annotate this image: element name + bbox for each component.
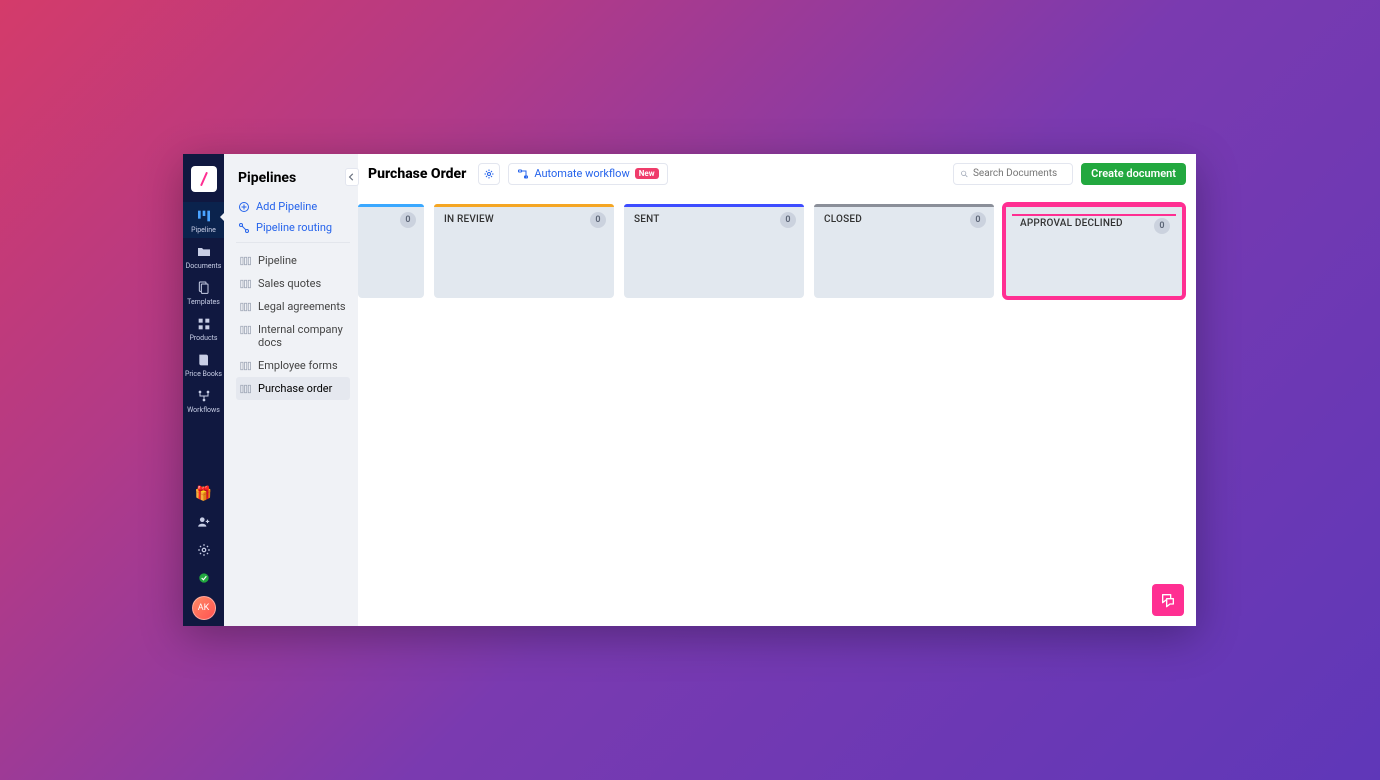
automate-label: Automate workflow bbox=[534, 167, 629, 180]
board-column[interactable]: SENT0 bbox=[624, 204, 804, 298]
main-nav: Pipeline Documents Templates Products Pr… bbox=[183, 154, 224, 626]
pipelines-panel: Pipelines Add Pipeline Pipeline routing … bbox=[224, 154, 358, 626]
slash-icon bbox=[196, 171, 212, 187]
nav-workflows[interactable]: Workflows bbox=[183, 382, 224, 418]
pipeline-item[interactable]: Employee forms bbox=[236, 354, 350, 377]
panel-title: Pipelines bbox=[238, 170, 350, 186]
status-ok-icon[interactable] bbox=[183, 564, 224, 592]
flow-icon bbox=[517, 168, 529, 180]
column-title: SENT bbox=[634, 214, 794, 225]
pipeline-item[interactable]: Sales quotes bbox=[236, 272, 350, 295]
pipeline-item[interactable]: Purchase order bbox=[236, 377, 350, 400]
column-count: 0 bbox=[1154, 218, 1170, 234]
columns-icon bbox=[240, 279, 252, 289]
column-count: 0 bbox=[590, 212, 606, 228]
pipeline-routing-label: Pipeline routing bbox=[256, 221, 332, 234]
column-count: 0 bbox=[780, 212, 796, 228]
gift-icon[interactable]: 🎁 bbox=[183, 480, 224, 508]
grid-icon bbox=[196, 316, 212, 332]
nav-label: Price Books bbox=[185, 370, 222, 378]
columns-icon bbox=[240, 325, 252, 335]
board-column[interactable]: APPROVAL DECLINED0 bbox=[1004, 204, 1184, 298]
main-area: Purchase Order Automate workflow New Cre… bbox=[358, 154, 1196, 626]
column-stripe bbox=[814, 204, 994, 207]
nav-documents[interactable]: Documents bbox=[183, 238, 224, 274]
kanban-board: 0IN REVIEW0SENT0CLOSED0APPROVAL DECLINED… bbox=[358, 194, 1196, 626]
pipeline-item-label: Pipeline bbox=[258, 254, 297, 267]
pipeline-item[interactable]: Legal agreements bbox=[236, 295, 350, 318]
columns-icon bbox=[240, 256, 252, 266]
nav-pricebooks[interactable]: Price Books bbox=[183, 346, 224, 382]
columns-icon bbox=[240, 384, 252, 394]
folder-icon bbox=[196, 244, 212, 260]
create-document-button[interactable]: Create document bbox=[1081, 163, 1186, 185]
nav-label: Pipeline bbox=[191, 226, 216, 234]
column-stripe bbox=[358, 204, 424, 207]
columns-icon bbox=[240, 361, 252, 371]
board-column[interactable]: IN REVIEW0 bbox=[434, 204, 614, 298]
add-pipeline-link[interactable]: Add Pipeline bbox=[238, 200, 350, 213]
search-icon bbox=[960, 169, 969, 179]
gear-icon[interactable] bbox=[183, 536, 224, 564]
gear-icon bbox=[483, 168, 495, 180]
nav-templates[interactable]: Templates bbox=[183, 274, 224, 310]
divider bbox=[236, 242, 350, 243]
column-stripe bbox=[624, 204, 804, 207]
pipeline-settings-button[interactable] bbox=[478, 163, 500, 185]
column-title: APPROVAL DECLINED bbox=[1020, 218, 1174, 229]
workflow-icon bbox=[196, 388, 212, 404]
pipeline-item[interactable]: Internal company docs bbox=[236, 318, 350, 354]
pipeline-item-label: Legal agreements bbox=[258, 300, 346, 313]
automate-workflow-button[interactable]: Automate workflow New bbox=[508, 163, 667, 185]
nav-label: Products bbox=[189, 334, 217, 342]
columns-icon bbox=[240, 302, 252, 312]
board-column[interactable]: 0 bbox=[358, 204, 424, 298]
column-count: 0 bbox=[970, 212, 986, 228]
search-documents[interactable] bbox=[953, 163, 1073, 185]
routing-icon bbox=[238, 222, 250, 234]
nav-label: Templates bbox=[187, 298, 220, 306]
pipeline-item-label: Sales quotes bbox=[258, 277, 321, 290]
add-user-icon[interactable] bbox=[183, 508, 224, 536]
add-pipeline-label: Add Pipeline bbox=[256, 200, 317, 213]
chevron-left-icon bbox=[348, 173, 356, 181]
column-title: CLOSED bbox=[824, 214, 984, 225]
pipeline-item-label: Employee forms bbox=[258, 359, 338, 372]
board-column[interactable]: CLOSED0 bbox=[814, 204, 994, 298]
column-stripe bbox=[1004, 204, 1184, 207]
column-stripe bbox=[434, 204, 614, 207]
app-logo[interactable] bbox=[191, 166, 217, 192]
nav-products[interactable]: Products bbox=[183, 310, 224, 346]
chat-icon bbox=[1160, 592, 1176, 608]
kanban-icon bbox=[196, 208, 212, 224]
topbar: Purchase Order Automate workflow New Cre… bbox=[358, 154, 1196, 194]
nav-label: Workflows bbox=[187, 406, 220, 414]
pipeline-item-label: Purchase order bbox=[258, 382, 332, 395]
nav-label: Documents bbox=[186, 262, 222, 270]
new-badge: New bbox=[635, 168, 659, 179]
chat-button[interactable] bbox=[1152, 584, 1184, 616]
pipeline-routing-link[interactable]: Pipeline routing bbox=[238, 221, 350, 234]
pipeline-item-label: Internal company docs bbox=[258, 323, 346, 349]
pipeline-item[interactable]: Pipeline bbox=[236, 249, 350, 272]
collapse-panel-button[interactable] bbox=[345, 168, 359, 186]
user-avatar[interactable]: AK bbox=[192, 596, 216, 620]
plus-circle-icon bbox=[238, 201, 250, 213]
app-window: Pipeline Documents Templates Products Pr… bbox=[183, 154, 1196, 626]
book-icon bbox=[196, 352, 212, 368]
column-count: 0 bbox=[400, 212, 416, 228]
nav-pipeline[interactable]: Pipeline bbox=[183, 202, 224, 238]
templates-icon bbox=[196, 280, 212, 296]
column-title: IN REVIEW bbox=[444, 214, 604, 225]
search-input[interactable] bbox=[973, 168, 1066, 179]
page-title: Purchase Order bbox=[368, 166, 466, 182]
